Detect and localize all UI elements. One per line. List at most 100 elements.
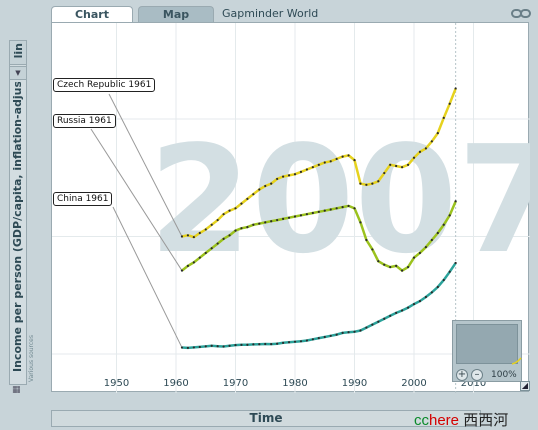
callout-label[interactable]: Russia 1961 [53, 114, 116, 128]
data-point [406, 163, 410, 166]
data-point [234, 229, 237, 232]
watermark-cn: 西西河 [463, 411, 509, 429]
y-axis-label[interactable]: Income per person (GDP/capita, inflation… [11, 82, 27, 372]
data-point [246, 226, 249, 229]
data-point [240, 202, 243, 205]
data-point [329, 160, 332, 163]
data-point [317, 163, 320, 166]
data-point [228, 209, 231, 212]
zoom-out-button[interactable]: – [471, 369, 483, 381]
data-point [323, 209, 326, 212]
data-point [371, 182, 374, 185]
data-point [454, 200, 457, 203]
data-point [293, 173, 297, 176]
data-point [210, 344, 213, 347]
data-point [383, 171, 386, 175]
data-point [377, 320, 380, 323]
data-point [258, 222, 261, 225]
data-point [448, 102, 451, 105]
data-point [234, 343, 237, 347]
data-point [228, 234, 231, 237]
data-point [418, 300, 422, 303]
data-point [204, 228, 207, 231]
y-axis-label-area[interactable]: Income per person (GDP/capita, inflation… [11, 82, 27, 372]
data-point [204, 345, 207, 348]
data-point [448, 214, 451, 217]
year-watermark: 2007 [149, 114, 530, 286]
data-point [282, 175, 285, 178]
data-point [282, 341, 285, 344]
data-point [347, 331, 350, 334]
menu-icon[interactable]: ▦ [12, 385, 21, 395]
data-point [293, 215, 297, 218]
data-point [240, 343, 243, 346]
zoom-level: 100% [491, 370, 517, 380]
data-point [216, 218, 219, 222]
minimap-trend-icon [512, 357, 522, 365]
data-point [186, 346, 189, 349]
data-point [305, 213, 308, 216]
data-point [252, 343, 255, 346]
x-tick-label: 1950 [104, 378, 129, 389]
data-point [341, 155, 344, 158]
data-point [353, 330, 356, 333]
data-point [299, 340, 303, 343]
data-point [276, 177, 279, 181]
data-point [442, 278, 445, 282]
data-point [377, 260, 380, 263]
y-scale-label: lin [12, 43, 25, 59]
data-point [454, 87, 457, 90]
y-axis-source-note: Various sources [28, 335, 35, 383]
data-point [454, 261, 457, 265]
data-point [442, 223, 445, 226]
data-point [299, 214, 303, 217]
minimap-panel[interactable]: + – 100% [452, 320, 522, 382]
data-point [276, 218, 279, 222]
data-point [252, 193, 255, 196]
data-point [198, 256, 201, 259]
data-point [329, 208, 332, 211]
data-point [228, 344, 231, 347]
data-point [323, 335, 326, 339]
data-point [371, 248, 374, 251]
data-point [448, 270, 451, 273]
data-point [323, 161, 326, 164]
data-point [258, 188, 261, 191]
minimap-viewport[interactable] [456, 324, 522, 365]
data-point [204, 251, 207, 255]
data-point [412, 156, 416, 159]
data-point [359, 221, 362, 224]
data-point [335, 157, 338, 161]
data-point [401, 166, 404, 169]
data-point [252, 223, 255, 226]
callout-label[interactable]: China 1961 [53, 192, 113, 206]
zoom-in-button[interactable]: + [456, 369, 468, 381]
data-point [240, 227, 243, 230]
data-point [198, 345, 201, 349]
data-point [317, 337, 320, 340]
x-tick-label: 1970 [223, 378, 248, 389]
data-point [353, 207, 356, 210]
callout-label[interactable]: Czech Republic 1961 [53, 78, 156, 92]
data-point [264, 221, 267, 224]
resize-corner-icon[interactable]: ◢ [520, 381, 530, 391]
data-point [412, 256, 416, 259]
data-point [442, 116, 445, 119]
data-point [389, 265, 392, 269]
tab-map[interactable]: Map [138, 6, 214, 22]
data-point [222, 345, 225, 348]
data-point [180, 269, 184, 272]
tab-chart[interactable]: Chart [51, 6, 133, 23]
link-icon[interactable] [511, 8, 531, 19]
data-point [180, 235, 184, 238]
x-tick-label: 2000 [401, 378, 426, 389]
data-point [293, 340, 297, 343]
x-tick-label: 1960 [163, 378, 188, 389]
data-point [192, 261, 195, 264]
data-point [210, 247, 213, 250]
y-axis-dropdown-button[interactable]: ▼ [9, 66, 27, 80]
y-scale-toggle-button[interactable]: lin [9, 40, 27, 65]
data-point [430, 291, 433, 294]
data-point [430, 140, 433, 143]
data-point [234, 207, 237, 210]
